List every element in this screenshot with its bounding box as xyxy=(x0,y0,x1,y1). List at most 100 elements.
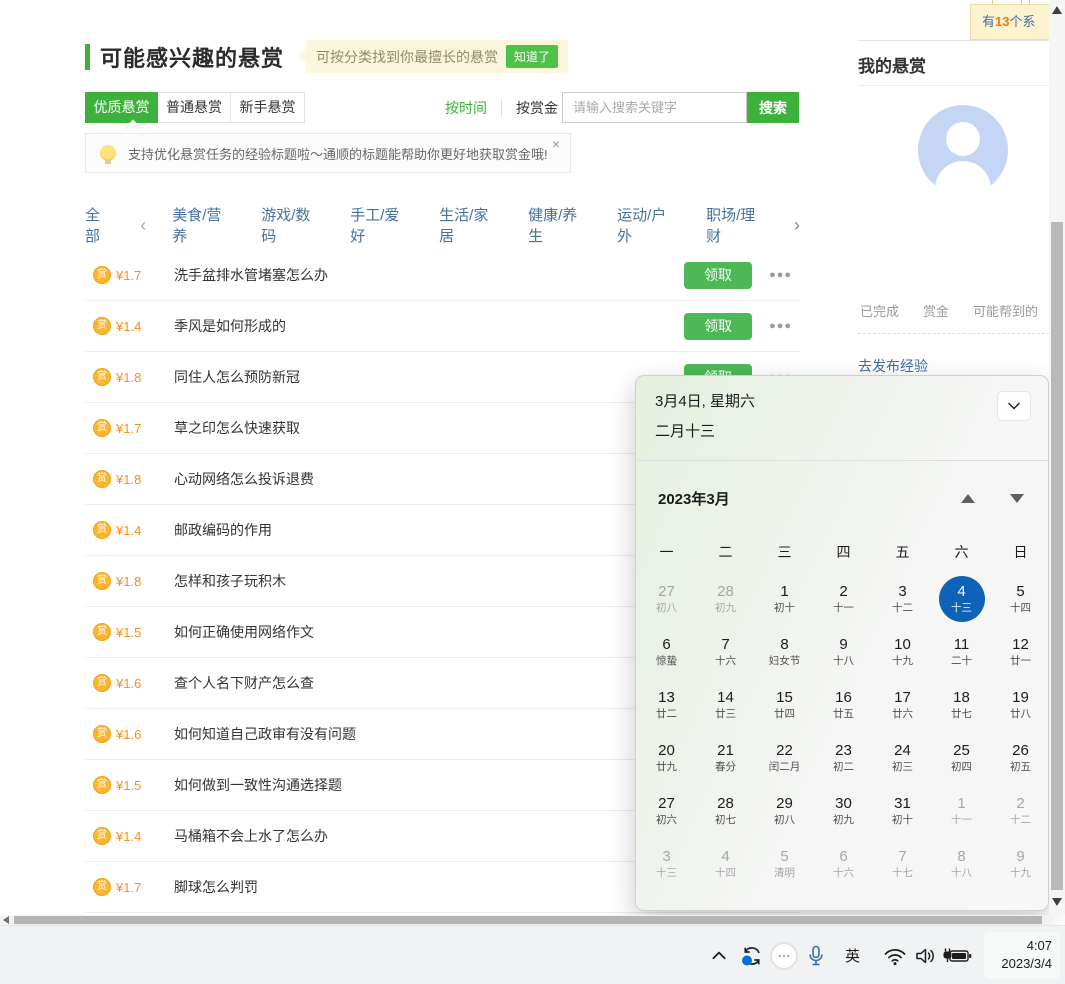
calendar-day[interactable]: 1 初十 xyxy=(755,572,814,625)
task-title[interactable]: 如何知道自己政审有没有问题 xyxy=(174,724,356,744)
scroll-up-arrow-icon[interactable] xyxy=(1052,6,1062,14)
tray-show-hidden-icons-button[interactable] xyxy=(710,926,728,984)
category-item[interactable]: 美食/营养 xyxy=(172,204,234,246)
task-title[interactable]: 草之印怎么快速获取 xyxy=(174,418,300,438)
calendar-day[interactable]: 28 初七 xyxy=(696,784,755,837)
calendar-day[interactable]: 8 十八 xyxy=(932,837,991,890)
publish-experience-link[interactable]: 去发布经验 xyxy=(858,356,928,376)
calendar-day[interactable]: 1 十一 xyxy=(932,784,991,837)
category-item[interactable]: 游戏/数码 xyxy=(261,204,323,246)
got-it-button[interactable]: 知道了 xyxy=(506,45,558,68)
calendar-day[interactable]: 6 十六 xyxy=(814,837,873,890)
calendar-day[interactable]: 27 初八 xyxy=(637,572,696,625)
tray-ime-language[interactable]: 英 xyxy=(845,926,860,984)
vertical-scrollbar-thumb[interactable] xyxy=(1051,222,1063,890)
task-title[interactable]: 如何正确使用网络作文 xyxy=(174,622,314,642)
calendar-day[interactable]: 2 十二 xyxy=(991,784,1050,837)
calendar-day[interactable]: 2 十一 xyxy=(814,572,873,625)
calendar-day[interactable]: 19 廿八 xyxy=(991,678,1050,731)
calendar-day[interactable]: 30 初九 xyxy=(814,784,873,837)
category-item[interactable]: 运动/户外 xyxy=(617,204,679,246)
taskbar-clock[interactable]: 4:07 2023/3/4 xyxy=(984,932,1060,979)
chevron-right-icon[interactable]: › xyxy=(794,215,800,236)
category-item[interactable]: 健康/养生 xyxy=(528,204,590,246)
task-title[interactable]: 马桶箱不会上水了怎么办 xyxy=(174,826,328,846)
claim-button[interactable]: 领取 xyxy=(684,262,752,289)
calendar-day[interactable]: 5 十四 xyxy=(991,572,1050,625)
calendar-day[interactable]: 25 初四 xyxy=(932,731,991,784)
task-title[interactable]: 查个人名下财产怎么查 xyxy=(174,673,314,693)
calendar-day[interactable]: 16 廿五 xyxy=(814,678,873,731)
calendar-collapse-button[interactable] xyxy=(997,391,1031,421)
tray-battery-icon[interactable] xyxy=(942,926,972,984)
calendar-day[interactable]: 7 十六 xyxy=(696,625,755,678)
calendar-day[interactable]: 29 初八 xyxy=(755,784,814,837)
calendar-day[interactable]: 23 初二 xyxy=(814,731,873,784)
calendar-day[interactable]: 18 廿七 xyxy=(932,678,991,731)
category-item[interactable]: 生活/家居 xyxy=(439,204,501,246)
task-title[interactable]: 如何做到一致性沟通选择题 xyxy=(174,775,342,795)
calendar-next-month-button[interactable] xyxy=(1010,494,1024,503)
calendar-day[interactable]: 15 廿四 xyxy=(755,678,814,731)
close-icon[interactable]: × xyxy=(552,136,560,152)
task-title[interactable]: 邮政编码的作用 xyxy=(174,520,272,540)
search-input[interactable] xyxy=(562,92,747,123)
calendar-day[interactable]: 14 廿三 xyxy=(696,678,755,731)
calendar-day[interactable]: 12 廿一 xyxy=(991,625,1050,678)
tray-sync-icon[interactable] xyxy=(740,926,764,984)
tray-app-badge-icon[interactable] xyxy=(772,926,796,984)
calendar-day[interactable]: 4 十四 xyxy=(696,837,755,890)
calendar-day[interactable]: 13 廿二 xyxy=(637,678,696,731)
horizontal-scrollbar[interactable] xyxy=(0,915,1049,925)
task-title[interactable]: 同住人怎么预防新冠 xyxy=(174,367,300,387)
task-title[interactable]: 洗手盆排水管堵塞怎么办 xyxy=(174,265,328,285)
calendar-prev-month-button[interactable] xyxy=(961,494,975,503)
tray-wifi-icon[interactable] xyxy=(883,926,907,984)
calendar-day[interactable]: 5 清明 xyxy=(755,837,814,890)
calendar-month-label[interactable]: 2023年3月 xyxy=(658,488,730,509)
more-options-icon[interactable]: ●●● xyxy=(769,269,792,281)
scroll-left-arrow-icon[interactable] xyxy=(3,916,9,924)
calendar-day[interactable]: 3 十二 xyxy=(873,572,932,625)
avatar[interactable] xyxy=(918,105,1008,195)
calendar-day[interactable]: 26 初五 xyxy=(991,731,1050,784)
tray-volume-icon[interactable] xyxy=(914,926,936,984)
task-title[interactable]: 脚球怎么判罚 xyxy=(174,877,258,897)
calendar-day[interactable]: 9 十九 xyxy=(991,837,1050,890)
calendar-day[interactable]: 20 廿九 xyxy=(637,731,696,784)
more-options-icon[interactable]: ●●● xyxy=(769,320,792,332)
calendar-day[interactable]: 31 初十 xyxy=(873,784,932,837)
category-item[interactable]: 职场/理财 xyxy=(706,204,768,246)
claim-button[interactable]: 领取 xyxy=(684,313,752,340)
calendar-day[interactable]: 4 十三 xyxy=(932,572,991,625)
calendar-day[interactable]: 8 妇女节 xyxy=(755,625,814,678)
chevron-left-icon[interactable]: ‹ xyxy=(140,215,146,236)
calendar-day[interactable]: 27 初六 xyxy=(637,784,696,837)
calendar-day[interactable]: 22 闰二月 xyxy=(755,731,814,784)
calendar-day[interactable]: 24 初三 xyxy=(873,731,932,784)
calendar-day[interactable]: 17 廿六 xyxy=(873,678,932,731)
tab[interactable]: 优质悬赏 xyxy=(85,92,158,123)
calendar-day[interactable]: 3 十三 xyxy=(637,837,696,890)
category-all[interactable]: 全部 xyxy=(85,204,114,246)
task-title[interactable]: 怎样和孩子玩积木 xyxy=(174,571,286,591)
task-title[interactable]: 季风是如何形成的 xyxy=(174,316,286,336)
calendar-day[interactable]: 21 春分 xyxy=(696,731,755,784)
calendar-day[interactable]: 7 十七 xyxy=(873,837,932,890)
category-item[interactable]: 手工/爱好 xyxy=(350,204,412,246)
tab[interactable]: 普通悬赏 xyxy=(158,93,231,122)
tray-microphone-icon[interactable] xyxy=(807,926,825,984)
sort-by-time[interactable]: 按时间 xyxy=(445,98,487,118)
calendar-day[interactable]: 9 十八 xyxy=(814,625,873,678)
calendar-day[interactable]: 11 二十 xyxy=(932,625,991,678)
horizontal-scrollbar-thumb[interactable] xyxy=(14,916,1042,924)
calendar-day[interactable]: 6 惊蛰 xyxy=(637,625,696,678)
vertical-scrollbar[interactable] xyxy=(1049,0,1065,915)
calendar-day[interactable]: 10 十九 xyxy=(873,625,932,678)
scroll-down-arrow-icon[interactable] xyxy=(1052,898,1062,906)
task-title[interactable]: 心动网络怎么投诉退费 xyxy=(174,469,314,489)
tab[interactable]: 新手悬赏 xyxy=(231,93,304,122)
calendar-day[interactable]: 28 初九 xyxy=(696,572,755,625)
search-button[interactable]: 搜索 xyxy=(747,92,799,123)
sort-by-reward[interactable]: 按赏金 xyxy=(516,98,558,118)
